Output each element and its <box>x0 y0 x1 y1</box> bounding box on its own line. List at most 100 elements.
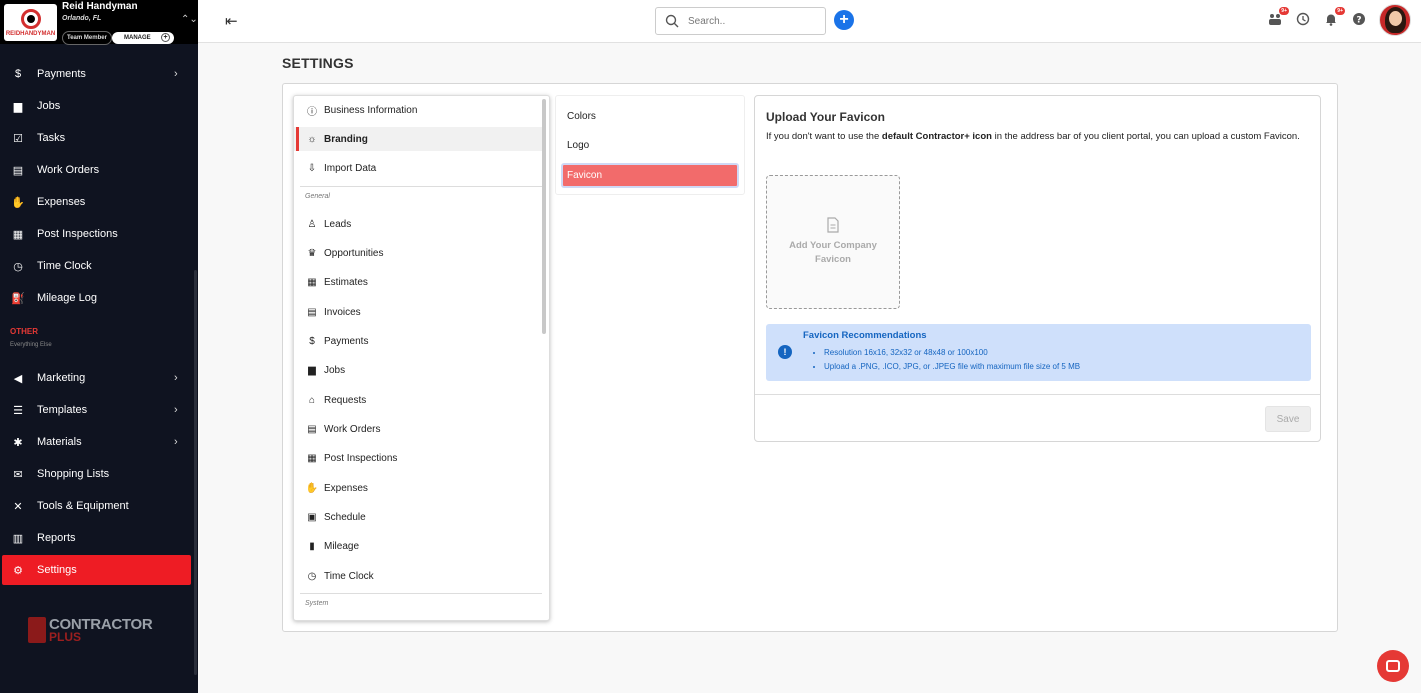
quick-add-button[interactable]: + <box>834 10 854 30</box>
expenses-icon: ✋ <box>11 196 25 209</box>
sidebar-item-tools-equipment[interactable]: ✕ Tools & Equipment <box>0 491 198 521</box>
settings-item-business-information[interactable]: ⓘ Business Information <box>294 98 542 122</box>
sidebar-item-label: Work Orders <box>37 164 100 176</box>
collapse-sidebar-icon[interactable]: ⇤ <box>225 12 238 30</box>
tab-logo[interactable]: Logo <box>561 133 739 158</box>
mileage-icon: ⛽ <box>11 292 25 305</box>
notification-badge: 9+ <box>1335 7 1345 15</box>
chat-launcher-button[interactable] <box>1377 650 1409 682</box>
desc-suffix: in the address bar of you client portal,… <box>991 131 1300 142</box>
favicon-panel: Upload Your Favicon If you don't want to… <box>754 95 1321 442</box>
settings-menu-scrollbar[interactable] <box>542 99 546 334</box>
search-box[interactable] <box>655 7 826 35</box>
page-title: SETTINGS <box>282 55 354 71</box>
sidebar-item-tasks[interactable]: ☑ Tasks <box>0 123 198 153</box>
recommendations-title: Favicon Recommendations <box>803 330 927 341</box>
inspection-icon: ▦ <box>12 228 24 241</box>
sidebar-item-label: Tasks <box>37 132 66 144</box>
tools-icon: ✕ <box>13 500 23 513</box>
tab-favicon[interactable]: Favicon <box>561 163 739 188</box>
settings-item-label: Work Orders <box>324 423 381 435</box>
sidebar-item-label: Jobs <box>37 100 61 112</box>
chevron-right-icon: › <box>174 404 178 416</box>
sidebar-item-settings[interactable]: ⚙ Settings <box>2 555 191 585</box>
recommendation-item: Upload a .PNG, .ICO, JPG, or .JPEG file … <box>824 360 1080 374</box>
sidebar-item-shopping-lists[interactable]: ✉ Shopping Lists <box>0 459 198 489</box>
templates-icon: ☰ <box>13 404 23 417</box>
settings-item-label: Invoices <box>324 306 361 318</box>
sidebar-item-label: Reports <box>37 532 76 544</box>
settings-item-opportunities[interactable]: ♛ Opportunities <box>294 241 542 265</box>
chevron-right-icon: › <box>174 436 178 448</box>
history-clock-icon[interactable] <box>1296 12 1310 26</box>
company-name: Reid Handyman <box>62 1 138 12</box>
reports-icon: ▥ <box>12 532 24 545</box>
sidebar-item-label: Tools & Equipment <box>37 500 129 512</box>
help-icon[interactable]: ? <box>1352 12 1366 26</box>
sidebar-scrollbar[interactable] <box>194 270 197 675</box>
settings-item-time-clock[interactable]: ◷ Time Clock <box>294 564 542 588</box>
settings-item-label: Expenses <box>324 482 368 494</box>
checklist-icon: ☑ <box>13 132 23 145</box>
settings-item-label: Requests <box>324 394 367 406</box>
clock-icon: ◷ <box>307 570 317 582</box>
team-icon[interactable]: 9+ <box>1268 7 1289 26</box>
settings-item-payments[interactable]: $ Payments <box>294 329 542 353</box>
sidebar-item-post-inspections[interactable]: ▦ Post Inspections <box>0 219 198 249</box>
briefcase-icon: ▆ <box>13 100 23 113</box>
sidebar-item-label: Mileage Log <box>37 292 97 304</box>
sidebar-item-templates[interactable]: ☰ Templates › <box>0 395 198 425</box>
tab-colors[interactable]: Colors <box>561 104 739 129</box>
sidebar-item-marketing[interactable]: ◀ Marketing › <box>0 363 198 393</box>
sidebar-item-mileage-log[interactable]: ⛽ Mileage Log <box>0 283 198 313</box>
panel-description: If you don't want to use the default Con… <box>766 129 1311 144</box>
notification-bell-icon[interactable]: 9+ <box>1324 7 1345 26</box>
company-location: Orlando, FL <box>62 15 102 22</box>
sidebar-item-time-clock[interactable]: ◷ Time Clock <box>0 251 198 281</box>
settings-item-estimates[interactable]: ▦ Estimates <box>294 271 542 295</box>
settings-item-requests[interactable]: ⌂ Requests <box>294 388 542 412</box>
import-icon: ⇩ <box>307 162 317 174</box>
manage-button[interactable]: MANAGE + <box>112 32 174 44</box>
settings-item-work-orders[interactable]: ▤ Work Orders <box>294 417 542 441</box>
chevron-right-icon: › <box>174 68 178 80</box>
settings-item-label: Opportunities <box>324 247 384 259</box>
save-button[interactable]: Save <box>1265 406 1311 432</box>
switcher-caret-icon[interactable]: ⌃⌄ <box>181 14 198 25</box>
settings-item-post-inspections[interactable]: ▦ Post Inspections <box>294 447 542 471</box>
sidebar-item-materials[interactable]: ✱ Materials › <box>0 427 198 457</box>
sidebar-item-work-orders[interactable]: ▤ Work Orders <box>0 155 198 185</box>
settings-item-leads[interactable]: ♙ Leads <box>294 212 542 236</box>
search-input[interactable] <box>688 14 818 29</box>
other-subheading: Everything Else <box>10 342 52 348</box>
plus-icon: + <box>161 33 170 42</box>
settings-item-schedule[interactable]: ▣ Schedule <box>294 506 542 530</box>
settings-item-mileage[interactable]: ▮ Mileage <box>294 535 542 559</box>
work-orders-icon: ▤ <box>307 423 317 435</box>
other-heading: OTHER <box>10 327 38 336</box>
sidebar-item-jobs[interactable]: ▆ Jobs <box>0 91 198 121</box>
company-switcher[interactable]: REIDHANDYMAN Reid Handyman Orlando, FL T… <box>0 0 198 45</box>
user-avatar[interactable] <box>1379 4 1411 36</box>
settings-menu: ⓘ Business Information ☼ Branding ⇩ Import Da… <box>293 95 550 621</box>
chevron-right-icon: › <box>174 372 178 384</box>
branding-submenu: Colors Logo Favicon <box>555 95 745 195</box>
desc-prefix: If you don't want to use the <box>766 131 882 142</box>
settings-item-jobs[interactable]: ▆ Jobs <box>294 359 542 383</box>
sidebar-item-reports[interactable]: ▥ Reports <box>0 523 198 553</box>
sidebar-item-label: Shopping Lists <box>37 468 110 480</box>
sidebar-item-expenses[interactable]: ✋ Expenses <box>0 187 198 217</box>
settings-item-label: Mileage <box>324 541 360 553</box>
settings-item-invoices[interactable]: ▤ Invoices <box>294 300 542 324</box>
upload-label: Add Your Company Favicon <box>789 240 877 265</box>
panel-divider <box>755 394 1320 395</box>
settings-item-expenses[interactable]: ✋ Expenses <box>294 476 542 500</box>
general-heading: General <box>305 193 330 200</box>
favicon-upload-dropzone[interactable]: Add Your Company Favicon <box>766 175 900 309</box>
recommendations-list: Resolution 16x16, 32x32 or 48x48 or 100x… <box>824 346 1080 374</box>
settings-item-import-data[interactable]: ⇩ Import Data <box>294 156 542 180</box>
sidebar-item-payments[interactable]: $ Payments › <box>0 59 198 89</box>
sidebar-item-label: Payments <box>37 68 86 80</box>
logo-line-2: PLUS <box>49 630 82 644</box>
settings-item-branding[interactable]: ☼ Branding <box>294 127 542 151</box>
